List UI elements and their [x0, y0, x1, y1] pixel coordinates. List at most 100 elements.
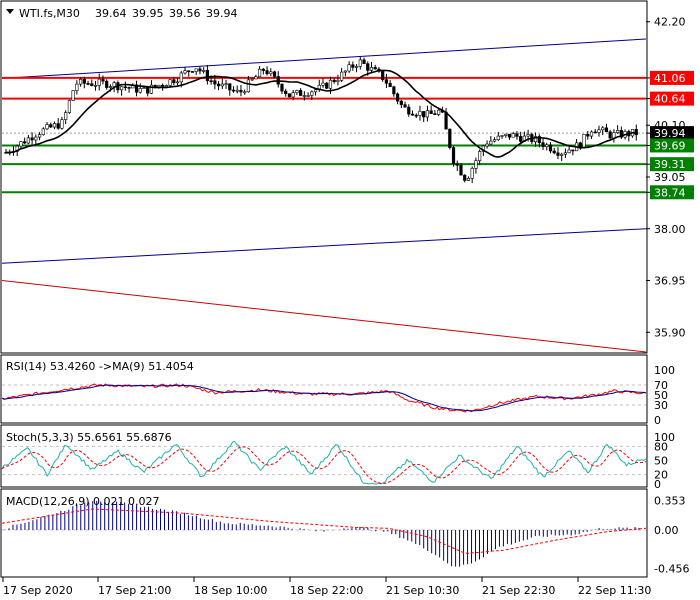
candle-body [586, 134, 590, 137]
candle-body [254, 76, 258, 80]
indicator-tick-label: 0 [654, 414, 661, 427]
candle-body [220, 83, 224, 87]
rsi-panel[interactable]: 1007050300 RSI(14) 53.4260 ->MA(9) 51.40… [0, 354, 675, 427]
time-tick-label: 21 Sep 10:30 [386, 584, 459, 597]
candle-body [112, 82, 116, 87]
candle-body [86, 83, 90, 85]
candle-body [351, 64, 355, 68]
candle-body [354, 66, 359, 68]
candle-body [302, 95, 306, 97]
candle-body [198, 68, 202, 72]
candle-body [205, 70, 209, 81]
candle-body [347, 64, 351, 72]
candle-body [489, 140, 493, 145]
ohlc-low: 39.56 [169, 7, 201, 20]
candle-body [250, 78, 254, 81]
candle-body [310, 91, 314, 96]
candle-body [466, 178, 471, 181]
candle-body [41, 128, 45, 135]
indicator-tick-label: 80 [654, 440, 668, 453]
candle-body [399, 100, 403, 105]
candle-body [325, 82, 329, 89]
candle-body [597, 129, 601, 133]
ohlc-open: 39.64 [95, 7, 127, 20]
candle-body [556, 152, 560, 156]
candle-body [455, 163, 459, 166]
price-tag-label: 38.74 [654, 186, 686, 199]
candle-body [179, 72, 183, 83]
candle-body [444, 111, 448, 130]
candle-body [194, 68, 198, 72]
candle-body [526, 134, 530, 137]
candle-body [567, 149, 571, 154]
candle-body [474, 160, 478, 169]
candle-body [261, 68, 265, 71]
candle-body [511, 133, 515, 138]
candle-body [60, 119, 64, 129]
candle-body [410, 113, 415, 116]
candle-body [78, 78, 83, 85]
candle-body [601, 127, 605, 131]
candle-body [541, 142, 545, 147]
stochastic-panel[interactable]: 1008050200 Stoch(5,3,3) 55.6561 55.6876 [0, 424, 675, 491]
candle-body [272, 71, 277, 77]
candle-body [340, 71, 344, 81]
candle-body [299, 90, 303, 96]
candle-body [395, 93, 400, 102]
candle-body [71, 90, 75, 101]
candle-body [142, 87, 146, 89]
candle-body [97, 78, 101, 86]
candle-body [235, 89, 239, 92]
symbol-title: WTI.fs,M30 [19, 7, 80, 20]
candle-body [492, 139, 497, 142]
candle-body [269, 71, 273, 75]
candle-body [369, 67, 374, 71]
price-tick-label: 42.20 [654, 16, 686, 29]
macd-axis: 0.353 0.00 -0.456 [654, 494, 689, 575]
candle-body [593, 131, 597, 134]
candle-body [429, 110, 433, 114]
candle-body [56, 123, 60, 129]
ohlc-high: 39.95 [132, 7, 164, 20]
candle-body [295, 90, 299, 93]
candle-body [265, 70, 269, 75]
candle-body [161, 84, 165, 87]
ohlc-close: 39.94 [206, 7, 238, 20]
candle-body [478, 151, 482, 161]
indicator-tick-label: 0 [654, 478, 661, 491]
candle-body [228, 83, 232, 91]
candle-body [582, 134, 586, 149]
candle-body [172, 79, 176, 84]
time-tick-label: 18 Sep 22:00 [290, 584, 363, 597]
candle-body [448, 128, 452, 148]
candle-body [504, 133, 508, 136]
candle-body [120, 86, 124, 91]
candle-body [545, 144, 549, 147]
candle-body [164, 85, 168, 87]
candle-body [560, 153, 564, 156]
candle-body [202, 70, 206, 72]
candle-body [138, 88, 142, 93]
candle-body [388, 82, 392, 88]
candle-body [231, 89, 236, 92]
candle-body [343, 70, 347, 73]
candle-body [463, 174, 467, 181]
price-panel[interactable]: 42.2041.0640.6440.1039.9439.6939.3139.05… [0, 0, 694, 354]
candle-body [108, 86, 113, 88]
chart-root: 42.20 41.06 40.64 40.10 39.94 39.69 39.31 39.05… [0, 0, 700, 600]
candle-body [49, 124, 53, 128]
price-axis: 42.2041.0640.6440.1039.9439.6939.3139.05… [646, 16, 694, 339]
candle-body [418, 111, 422, 116]
candle-body [552, 150, 556, 154]
price-tag-label: 39.31 [654, 158, 686, 171]
candle-body [336, 80, 340, 83]
candle-body [127, 87, 131, 89]
candle-body [157, 84, 161, 87]
time-tick-label: 22 Sep 11:30 [578, 584, 651, 597]
macd-tick-label: 0.00 [654, 524, 679, 537]
macd-panel[interactable]: 0.353 0.00 -0.456 MACD(12,26,9) 0.021 0.02… [0, 488, 689, 578]
candle-body [563, 152, 568, 155]
candle-body [485, 143, 489, 147]
price-tick-label: 39.05 [654, 171, 686, 184]
candle-body [146, 87, 150, 94]
